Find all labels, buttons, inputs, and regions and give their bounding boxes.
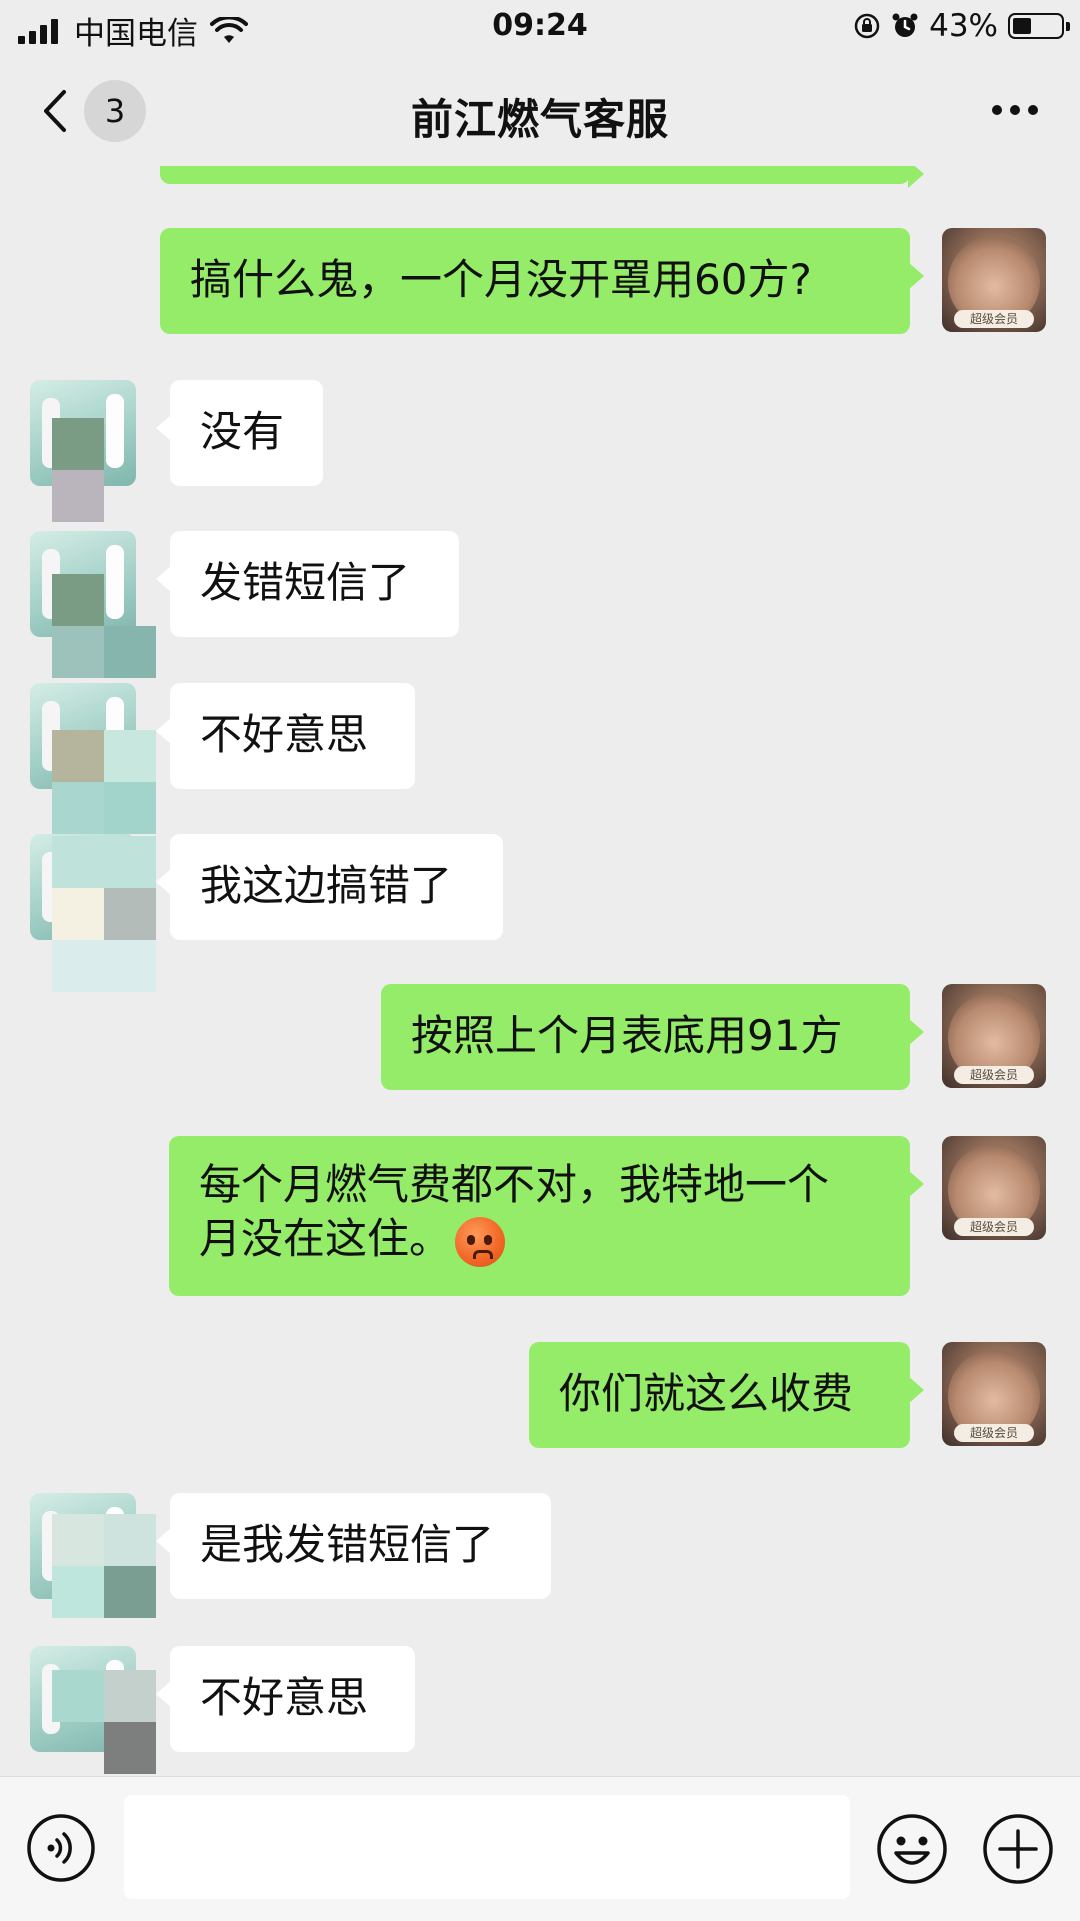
- chat-header: 3 前江燃气客服: [0, 56, 1080, 167]
- message-bubble-incoming[interactable]: 我这边搞错了: [156, 834, 503, 940]
- message-bubble-incoming[interactable]: 没有: [156, 380, 323, 486]
- mosaic-block: [52, 418, 104, 470]
- message-bubble-incoming[interactable]: 是我发错短信了: [156, 1493, 551, 1599]
- vip-badge: 超级会员: [954, 1066, 1034, 1084]
- mosaic-block: [104, 1566, 156, 1618]
- message-line: 月没在这住。: [199, 1212, 880, 1267]
- mosaic-block: [104, 836, 156, 888]
- message-bubble-incoming[interactable]: 不好意思: [156, 683, 415, 789]
- message-bubble-outgoing[interactable]: 你们就这么收费: [529, 1342, 924, 1448]
- message-bubble-outgoing[interactable]: 搞什么鬼，一个月没开罩用60方?: [160, 228, 924, 334]
- chat-title: 前江燃气客服: [410, 95, 669, 144]
- mosaic-block: [52, 782, 104, 834]
- mosaic-block: [104, 888, 156, 940]
- status-right: 43%: [853, 8, 1070, 44]
- message-list[interactable]: 搞什么鬼，一个月没开罩用60方? 超级会员 没有 发错短信了 不好意思 我这边搞…: [0, 166, 1080, 1776]
- battery-percent: 43%: [929, 8, 998, 44]
- my-avatar[interactable]: 超级会员: [942, 228, 1046, 332]
- vip-badge: 超级会员: [954, 1218, 1034, 1236]
- battery-icon: [1008, 13, 1070, 39]
- my-avatar[interactable]: 超级会员: [942, 1342, 1046, 1446]
- ellipsis-icon[interactable]: [990, 102, 1040, 118]
- my-avatar[interactable]: 超级会员: [942, 1136, 1046, 1240]
- my-avatar[interactable]: 超级会员: [942, 984, 1046, 1088]
- mosaic-block: [104, 1670, 156, 1722]
- smiley-icon[interactable]: [876, 1813, 948, 1885]
- message-text: 月没在这住。: [199, 1214, 452, 1263]
- message-line: 每个月燃气费都不对，我特地一个: [199, 1160, 830, 1209]
- mosaic-block: [52, 1670, 104, 1722]
- mosaic-block: [52, 730, 104, 782]
- mosaic-block: [104, 1722, 156, 1774]
- vip-badge: 超级会员: [954, 1424, 1034, 1442]
- mosaic-block: [52, 626, 104, 678]
- mosaic-block: [104, 1514, 156, 1566]
- mosaic-block: [52, 574, 104, 626]
- mosaic-block: [104, 940, 156, 992]
- mosaic-block: [104, 626, 156, 678]
- voice-icon[interactable]: [26, 1813, 96, 1883]
- plus-icon[interactable]: [982, 1813, 1054, 1885]
- message-bubble-incoming[interactable]: 发错短信了: [156, 531, 459, 637]
- message-bubble-outgoing[interactable]: 按照上个月表底用91方: [381, 984, 924, 1090]
- mosaic-block: [104, 730, 156, 782]
- mosaic-block: [52, 940, 104, 992]
- mosaic-block: [52, 1566, 104, 1618]
- mosaic-block: [52, 1514, 104, 1566]
- input-bar: [0, 1776, 1080, 1921]
- message-bubble-incoming[interactable]: 不好意思: [156, 1646, 415, 1752]
- message-input[interactable]: [124, 1795, 850, 1899]
- mosaic-block: [52, 836, 104, 888]
- message-bubble-partial: [160, 166, 924, 188]
- vip-badge: 超级会员: [954, 310, 1034, 328]
- rotation-lock-icon: [854, 13, 880, 39]
- mosaic-block: [52, 888, 104, 940]
- alarm-icon: [892, 13, 918, 37]
- anxious-sweat-face-emoji-icon: [455, 1216, 506, 1267]
- status-bar: 中国电信 09:24 43%: [0, 0, 1080, 56]
- mosaic-block: [104, 782, 156, 834]
- message-bubble-outgoing[interactable]: 每个月燃气费都不对，我特地一个 月没在这住。: [169, 1136, 924, 1296]
- mosaic-block: [52, 470, 104, 522]
